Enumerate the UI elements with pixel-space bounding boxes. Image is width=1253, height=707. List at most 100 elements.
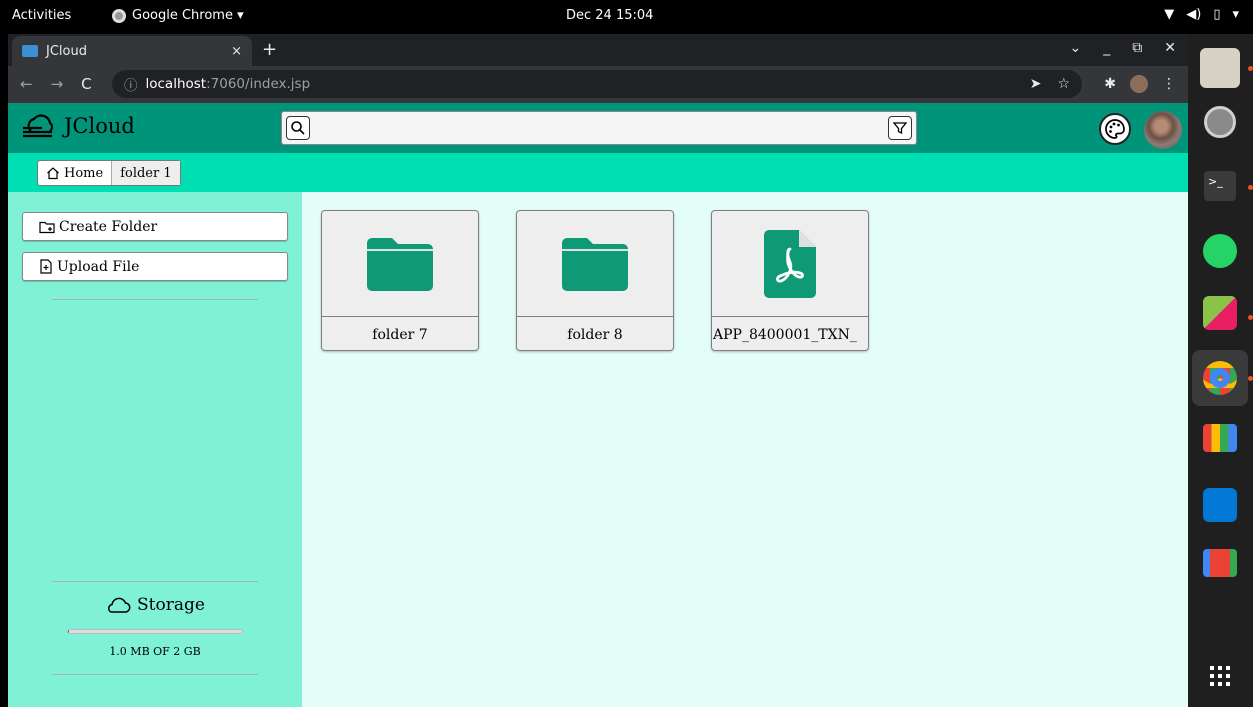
home-icon (47, 167, 59, 180)
create-folder-label: Create Folder (59, 218, 158, 235)
running-indicator (1248, 185, 1253, 190)
breadcrumb-home[interactable]: Home (38, 161, 111, 185)
bookmark-star-icon[interactable]: ☆ (1057, 76, 1070, 92)
user-avatar[interactable] (1144, 111, 1182, 149)
filter-button[interactable] (888, 116, 912, 140)
thumbnail (517, 211, 673, 317)
system-top-bar: Activities Google Chrome ▾ Dec 24 15:04 … (0, 0, 1253, 34)
omnibox-actions: ➤ ☆ (1030, 76, 1070, 92)
url-host: localhost (145, 76, 207, 92)
brand-name: JCloud (64, 114, 135, 138)
profile-avatar-icon[interactable] (1130, 75, 1148, 93)
back-icon[interactable]: ← (20, 75, 33, 93)
app-menu-label: Google Chrome ▾ (132, 8, 244, 23)
breadcrumb-bar: Home folder 1 (8, 153, 1188, 192)
reload-icon[interactable]: C (81, 75, 91, 93)
running-indicator (1248, 315, 1253, 320)
address-bar[interactable]: ⓘ localhost :7060/index.jsp ➤ ☆ (112, 70, 1082, 98)
cloud-logo-icon (23, 114, 54, 138)
breadcrumb: Home folder 1 (37, 160, 181, 186)
kebab-menu-icon[interactable]: ⋮ (1162, 76, 1176, 92)
chrome-app-icon[interactable] (1203, 361, 1237, 395)
folder-icon (367, 238, 433, 291)
info-icon[interactable]: ⓘ (124, 74, 138, 94)
file-name: APP_8400001_TXN_ (712, 316, 868, 350)
brand[interactable]: JCloud (22, 114, 135, 138)
settings-app-icon[interactable] (1204, 106, 1236, 138)
app-menu[interactable]: Google Chrome ▾ (112, 8, 244, 23)
running-indicator (1248, 66, 1253, 71)
file-upload-icon (40, 259, 52, 274)
restore-icon[interactable]: ⧉ (1132, 40, 1142, 56)
storage-heading: Storage (8, 595, 302, 615)
app-header: JCloud (8, 103, 1188, 153)
chrome-icon (112, 8, 126, 23)
thumbnail (322, 211, 478, 317)
send-icon[interactable]: ➤ (1030, 76, 1042, 92)
palette-icon (1105, 119, 1125, 139)
file-card-pdf[interactable]: APP_8400001_TXN_ (711, 210, 869, 351)
minimize-icon[interactable]: _ (1103, 40, 1110, 56)
files-app-icon[interactable] (1200, 48, 1240, 88)
sidebar: Create Folder Upload File Storage 1.0 MB… (8, 192, 302, 707)
pdf-file-icon (764, 230, 816, 298)
battery-icon: ▯ (1213, 7, 1221, 22)
window-controls: ⌄ _ ⧉ ✕ (1070, 40, 1176, 56)
storage-title: Storage (137, 595, 205, 615)
thumbnail (712, 211, 868, 317)
nav-buttons: ← → C (20, 75, 92, 93)
search-bar (281, 111, 917, 145)
netbeans-app-icon[interactable] (1203, 296, 1237, 330)
storage-progress-bar (67, 629, 243, 634)
file-card-folder-8[interactable]: folder 8 (516, 210, 674, 351)
show-apps-icon[interactable] (1210, 666, 1230, 686)
terminal-app-icon[interactable]: >_ (1204, 171, 1236, 201)
search-button[interactable] (286, 116, 310, 140)
tab-title: JCloud (46, 43, 87, 59)
extensions-area: ✱ ⋮ (1104, 75, 1176, 93)
tab-jcloud[interactable]: JCloud × (12, 36, 252, 66)
tab-search-icon[interactable]: ⌄ (1070, 40, 1082, 56)
gmail-app-icon[interactable] (1203, 549, 1237, 577)
tab-strip: JCloud × + ⌄ _ ⧉ ✕ (8, 34, 1188, 66)
file-name: folder 7 (322, 316, 478, 350)
search-input[interactable] (316, 116, 876, 140)
browser-toolbar: ← → C ⓘ localhost :7060/index.jsp ➤ ☆ ✱ … (8, 66, 1188, 103)
breadcrumb-home-label: Home (64, 165, 104, 181)
divider (52, 299, 258, 300)
upload-file-button[interactable]: Upload File (22, 252, 288, 281)
activities-button[interactable]: Activities (12, 8, 71, 23)
browser-window: JCloud × + ⌄ _ ⧉ ✕ ← → C ⓘ localhost :70… (8, 34, 1188, 707)
new-tab-button[interactable]: + (262, 39, 277, 60)
breadcrumb-folder-1[interactable]: folder 1 (111, 161, 180, 185)
folder-icon (562, 238, 628, 291)
url-path: :7060/index.jsp (206, 76, 311, 92)
chevron-down-icon: ▾ (1232, 7, 1239, 22)
divider (52, 581, 258, 582)
dock: >_ (1188, 34, 1253, 707)
system-tray[interactable]: ▼ ◀) ▯ ▾ (1164, 7, 1239, 22)
close-tab-icon[interactable]: × (231, 44, 242, 59)
extensions-puzzle-icon[interactable]: ✱ (1104, 76, 1116, 92)
create-folder-button[interactable]: Create Folder (22, 212, 288, 241)
volume-icon: ◀) (1186, 7, 1202, 22)
filter-icon (892, 122, 908, 135)
favicon-icon (22, 45, 38, 57)
close-window-icon[interactable]: ✕ (1164, 40, 1176, 56)
running-indicator (1248, 376, 1253, 381)
theme-palette-button[interactable] (1099, 113, 1131, 145)
whatsapp-app-icon[interactable] (1203, 234, 1237, 268)
divider (52, 674, 258, 675)
wifi-icon: ▼ (1164, 7, 1175, 22)
vscode-app-icon[interactable] (1203, 488, 1237, 522)
file-card-folder-7[interactable]: folder 7 (321, 210, 479, 351)
meet-app-icon[interactable] (1203, 424, 1237, 452)
forward-icon[interactable]: → (51, 75, 64, 93)
clock[interactable]: Dec 24 15:04 (566, 8, 653, 23)
file-name: folder 8 (517, 316, 673, 350)
search-icon (291, 121, 305, 135)
cloud-icon (108, 597, 131, 613)
storage-usage-text: 1.0 MB OF 2 GB (109, 645, 201, 658)
web-page: JCloud Home folder 1 Create Folder Uploa… (8, 103, 1188, 707)
upload-file-label: Upload File (57, 258, 140, 275)
